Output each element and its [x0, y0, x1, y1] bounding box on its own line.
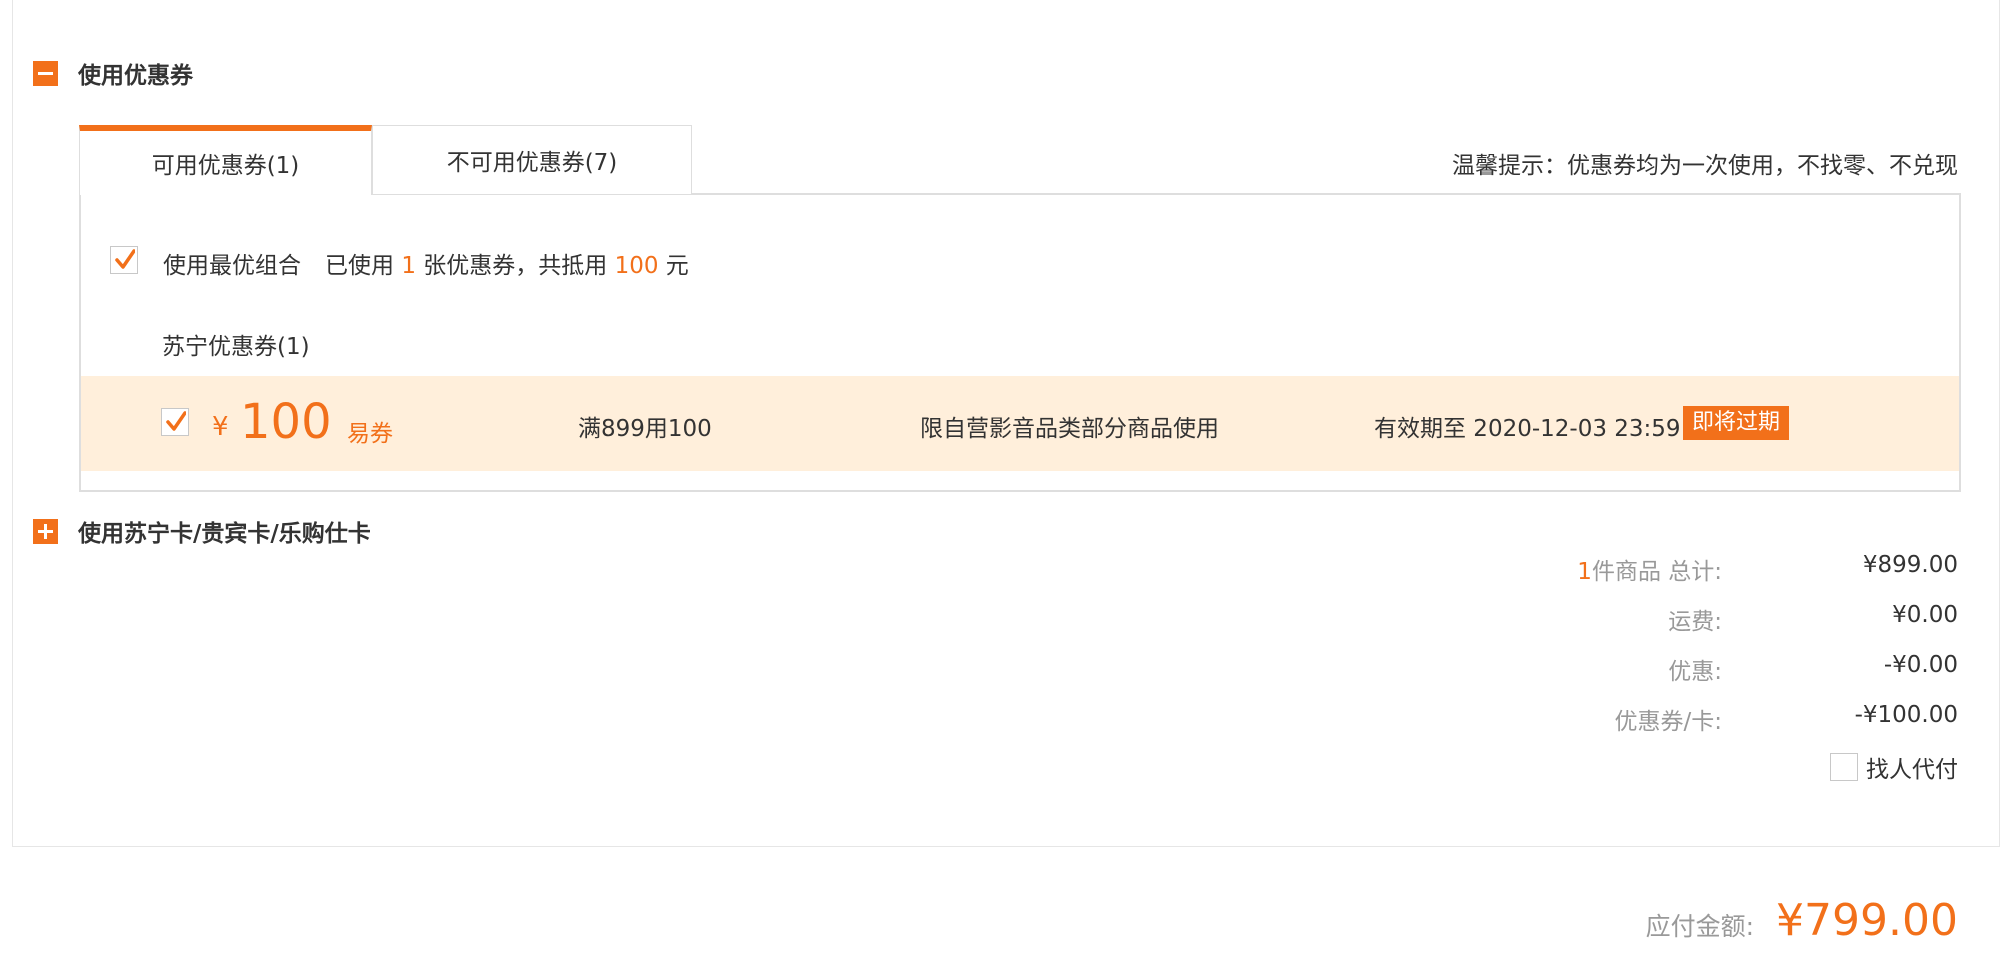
discount-value: -¥0.00	[1883, 652, 1958, 678]
items-total-label: 件商品 总计:	[1591, 559, 1722, 585]
best-combo-label: 使用最优组合	[163, 253, 301, 279]
collapse-icon[interactable]	[33, 60, 58, 86]
items-total-value: ¥899.00	[1862, 552, 1958, 578]
tab-unavailable-coupons[interactable]: 不可用优惠券(7)	[372, 125, 692, 194]
shipping-value: ¥0.00	[1892, 602, 1958, 628]
coupon-kind: 易券	[347, 421, 393, 447]
discount-label: 优惠:	[1668, 659, 1722, 685]
coupon-section-title: 使用优惠券	[78, 63, 193, 89]
summary-discount: 优惠: -¥0.00	[1358, 652, 1958, 685]
summary-items-total: 1件商品 总计: ¥899.00	[1358, 552, 1958, 585]
proxy-pay-checkbox[interactable]	[1830, 753, 1858, 781]
coupon-amount: 100	[240, 394, 332, 450]
coupon-expiry: 有效期至 2020-12-03 23:59	[1374, 416, 1681, 442]
check-icon	[115, 249, 135, 269]
coupon-deduct-value: -¥100.00	[1854, 702, 1958, 728]
best-combo-row: 使用最优组合 已使用 1 张优惠券，共抵用 100 元	[163, 253, 689, 279]
items-count: 1	[1577, 559, 1592, 585]
expand-icon[interactable]	[33, 518, 58, 544]
summary-shipping: 运费: ¥0.00	[1358, 602, 1958, 635]
coupon-scope: 限自营影音品类部分商品使用	[920, 416, 1219, 442]
card-section-title: 使用苏宁卡/贵宾卡/乐购仕卡	[78, 521, 371, 547]
payable-amount: 应付金额: ¥799.00	[1646, 895, 1958, 946]
coupon-condition: 满899用100	[578, 416, 712, 442]
coupon-group-title: 苏宁优惠券(1)	[162, 334, 310, 360]
proxy-pay-option[interactable]: 找人代付	[1830, 750, 1958, 784]
card-section-header[interactable]: 使用苏宁卡/贵宾卡/乐购仕卡	[33, 514, 371, 548]
deduct-amount: 100	[614, 253, 659, 279]
proxy-pay-label: 找人代付	[1866, 757, 1958, 783]
coupon-checkbox[interactable]	[161, 408, 189, 436]
payable-value: ¥799.00	[1776, 895, 1958, 946]
coupon-deduct-label: 优惠券/卡:	[1614, 709, 1723, 735]
check-icon	[166, 411, 186, 431]
tab-available-coupons[interactable]: 可用优惠券(1)	[79, 125, 372, 195]
best-combo-checkbox[interactable]	[110, 246, 138, 274]
shipping-label: 运费:	[1668, 609, 1722, 635]
used-coupon-count: 1	[401, 253, 416, 279]
expiring-badge: 即将过期	[1683, 406, 1790, 440]
summary-coupon: 优惠券/卡: -¥100.00	[1358, 702, 1959, 735]
coupon-section-header[interactable]: 使用优惠券	[33, 56, 193, 90]
coupon-hint: 温馨提示：优惠券均为一次使用，不找零、不兑现	[1452, 153, 1958, 179]
coupon-currency: ¥	[212, 412, 229, 442]
coupon-item[interactable]: ¥ 100 易券 满899用100 限自营影音品类部分商品使用 有效期至 202…	[81, 376, 1959, 471]
payable-label: 应付金额:	[1645, 912, 1755, 941]
